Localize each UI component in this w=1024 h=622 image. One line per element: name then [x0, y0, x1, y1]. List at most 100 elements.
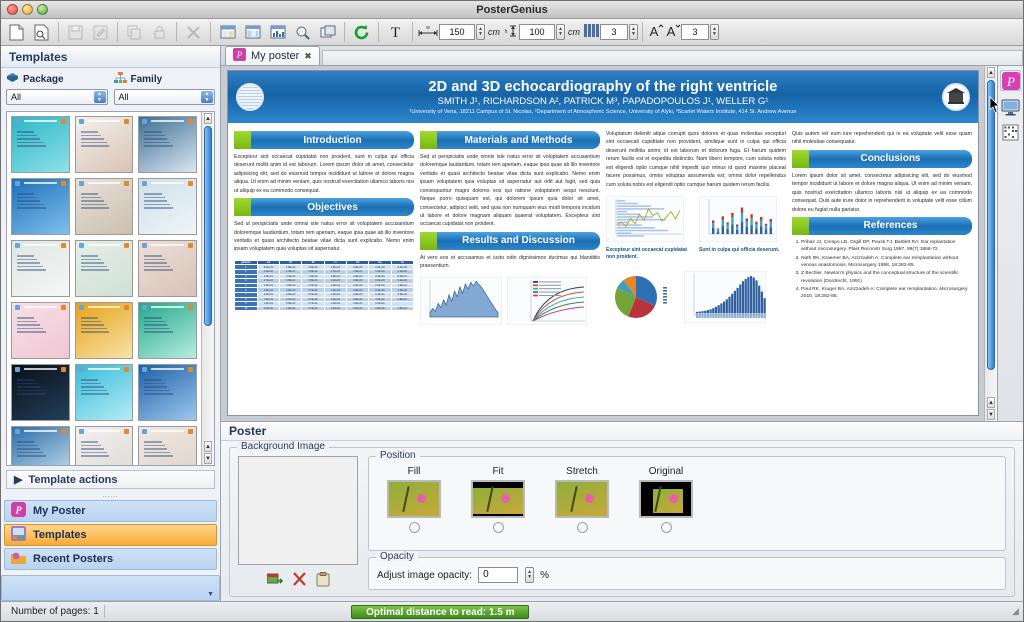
save-as-icon[interactable]	[89, 22, 112, 43]
reference-item: Pribaz JJ, Crespo LD, Orgill DP, Pousti …	[801, 239, 972, 254]
position-option-stretch[interactable]: Stretch	[551, 466, 613, 533]
refresh-icon[interactable]	[350, 22, 373, 43]
template-actions-disclosure[interactable]: ▶ Template actions	[6, 470, 215, 489]
package-select[interactable]: All ▲▼	[6, 89, 108, 105]
position-radio[interactable]	[409, 522, 420, 533]
template-thumbnail[interactable]	[138, 364, 197, 421]
template-thumbnail[interactable]	[11, 302, 70, 359]
grid-icon[interactable]	[1000, 122, 1021, 143]
template-thumbnail[interactable]	[11, 240, 70, 297]
width-stepper[interactable]: ▲▼	[476, 24, 485, 40]
position-thumbnail[interactable]	[555, 480, 609, 518]
template-thumbnail[interactable]	[138, 240, 197, 297]
family-select[interactable]: All ▲▼	[114, 89, 216, 105]
template-gallery[interactable]: ▲ ▲ ▼	[6, 111, 215, 466]
sidebar-item-my-poster[interactable]: PMy Poster	[4, 500, 217, 522]
font-smaller-icon[interactable]: A	[664, 23, 681, 41]
width-input[interactable]: 150	[439, 24, 475, 40]
opacity-group: Opacity Adjust image opacity: 0 ▲▼ %	[368, 557, 1006, 590]
poster-canvas[interactable]: 2D and 3D echocardiography of the right …	[221, 66, 984, 421]
height-input[interactable]: 100	[519, 24, 555, 40]
position-radio[interactable]	[577, 522, 588, 533]
layout-h-icon[interactable]	[216, 22, 239, 43]
gallery-scroll-thumb[interactable]	[204, 126, 212, 326]
layout-col-icon[interactable]	[241, 22, 264, 43]
objectives-body: Sed ut perspiciatis unde omnis iste natu…	[234, 220, 414, 254]
page-search-icon[interactable]	[30, 22, 53, 43]
template-thumbnail[interactable]	[75, 240, 134, 297]
text-t-icon[interactable]: T	[384, 22, 407, 43]
template-thumbnail[interactable]	[11, 116, 70, 173]
magnifier-icon[interactable]	[291, 22, 314, 43]
clipboard-icon[interactable]	[316, 572, 330, 590]
reference-item: Paul RK, Kruger BA, Azizzadeh A: Complet…	[801, 286, 972, 301]
table-cell: 0.0E+00	[346, 306, 368, 311]
scroll-up-arrow[interactable]: ▲	[204, 113, 212, 124]
font-size-input[interactable]: 3	[681, 24, 709, 40]
position-thumbnail[interactable]	[639, 480, 693, 518]
template-thumbnail[interactable]	[11, 426, 70, 465]
sidebar-item-label: My Poster	[33, 505, 86, 517]
template-thumbnail[interactable]	[75, 116, 134, 173]
family-tree-icon	[114, 72, 127, 86]
tab-my-poster[interactable]: P My poster ✖	[225, 46, 320, 65]
opacity-stepper[interactable]: ▲▼	[525, 567, 534, 583]
columns-stepper[interactable]: ▲▼	[629, 24, 638, 40]
position-option-fill[interactable]: Fill	[383, 466, 445, 533]
template-thumbnail[interactable]	[138, 178, 197, 235]
lock-icon[interactable]	[148, 22, 171, 43]
template-thumbnail[interactable]	[11, 178, 70, 235]
template-thumbnail[interactable]	[138, 116, 197, 173]
template-thumbnail[interactable]	[75, 426, 134, 465]
close-icon[interactable]: ✖	[304, 51, 312, 62]
layout-chart-icon[interactable]	[266, 22, 289, 43]
canvas-scroll-up[interactable]: ▲	[987, 67, 995, 78]
poster-document[interactable]: 2D and 3D echocardiography of the right …	[227, 70, 979, 416]
sidebar-item-label: Recent Posters	[33, 553, 113, 565]
position-option-fit[interactable]: Fit	[467, 466, 529, 533]
position-radio[interactable]	[661, 522, 672, 533]
window-resize-grip[interactable]: ◢	[1012, 606, 1023, 617]
template-thumbnail[interactable]	[75, 302, 134, 359]
canvas-scroll-down-1[interactable]: ▲	[987, 397, 995, 408]
template-thumbnail[interactable]	[11, 364, 70, 421]
canvas-scrollbar[interactable]: ▲ ▲ ▼	[984, 66, 997, 421]
template-thumbnail[interactable]	[75, 178, 134, 235]
sidebar-item-recent-posters[interactable]: Recent Posters	[4, 548, 217, 570]
font-bigger-icon[interactable]: A	[647, 23, 664, 41]
background-image-preview[interactable]	[238, 456, 358, 565]
position-legend: Position	[376, 450, 420, 461]
font-size-stepper[interactable]: ▲▼	[710, 24, 719, 40]
hbar-line-chart	[606, 196, 684, 242]
scroll-down-arrow-1[interactable]: ▲	[204, 441, 212, 452]
template-thumbnail[interactable]	[138, 302, 197, 359]
position-thumbnail[interactable]	[471, 480, 525, 518]
height-stepper[interactable]: ▲▼	[556, 24, 565, 40]
position-option-original[interactable]: Original	[635, 466, 697, 533]
copy-icon[interactable]	[123, 22, 146, 43]
import-image-icon[interactable]	[267, 572, 283, 590]
template-thumbnail[interactable]	[138, 426, 197, 465]
opacity-input[interactable]: 0	[478, 567, 518, 583]
position-radio[interactable]	[493, 522, 504, 533]
position-thumbnail[interactable]	[387, 480, 441, 518]
chevron-down-icon[interactable]: ▼	[207, 591, 214, 598]
monitor-icon[interactable]	[1000, 96, 1021, 117]
template-thumbnail[interactable]	[75, 364, 134, 421]
canvas-scroll-down-2[interactable]: ▼	[987, 409, 995, 420]
svg-text:P: P	[1006, 74, 1015, 89]
save-icon[interactable]	[64, 22, 87, 43]
new-document-icon[interactable]	[5, 22, 28, 43]
export-icon[interactable]	[316, 22, 339, 43]
red-x-icon[interactable]	[292, 572, 307, 590]
chevron-updown-icon: ▲▼	[201, 91, 213, 103]
scroll-down-arrow-2[interactable]: ▼	[204, 453, 212, 464]
delete-icon[interactable]	[182, 22, 205, 43]
canvas-scroll-thumb[interactable]	[987, 80, 995, 370]
panel-resize-grip[interactable]: ⋯⋯	[1, 493, 220, 500]
poster-p-icon[interactable]: P	[1000, 70, 1021, 91]
columns-input[interactable]: 3	[600, 24, 628, 40]
gallery-scrollbar[interactable]: ▲ ▲ ▼	[201, 112, 214, 465]
sidebar-item-templates[interactable]: Templates	[4, 524, 217, 546]
chevron-right-icon: ▶	[14, 473, 22, 486]
